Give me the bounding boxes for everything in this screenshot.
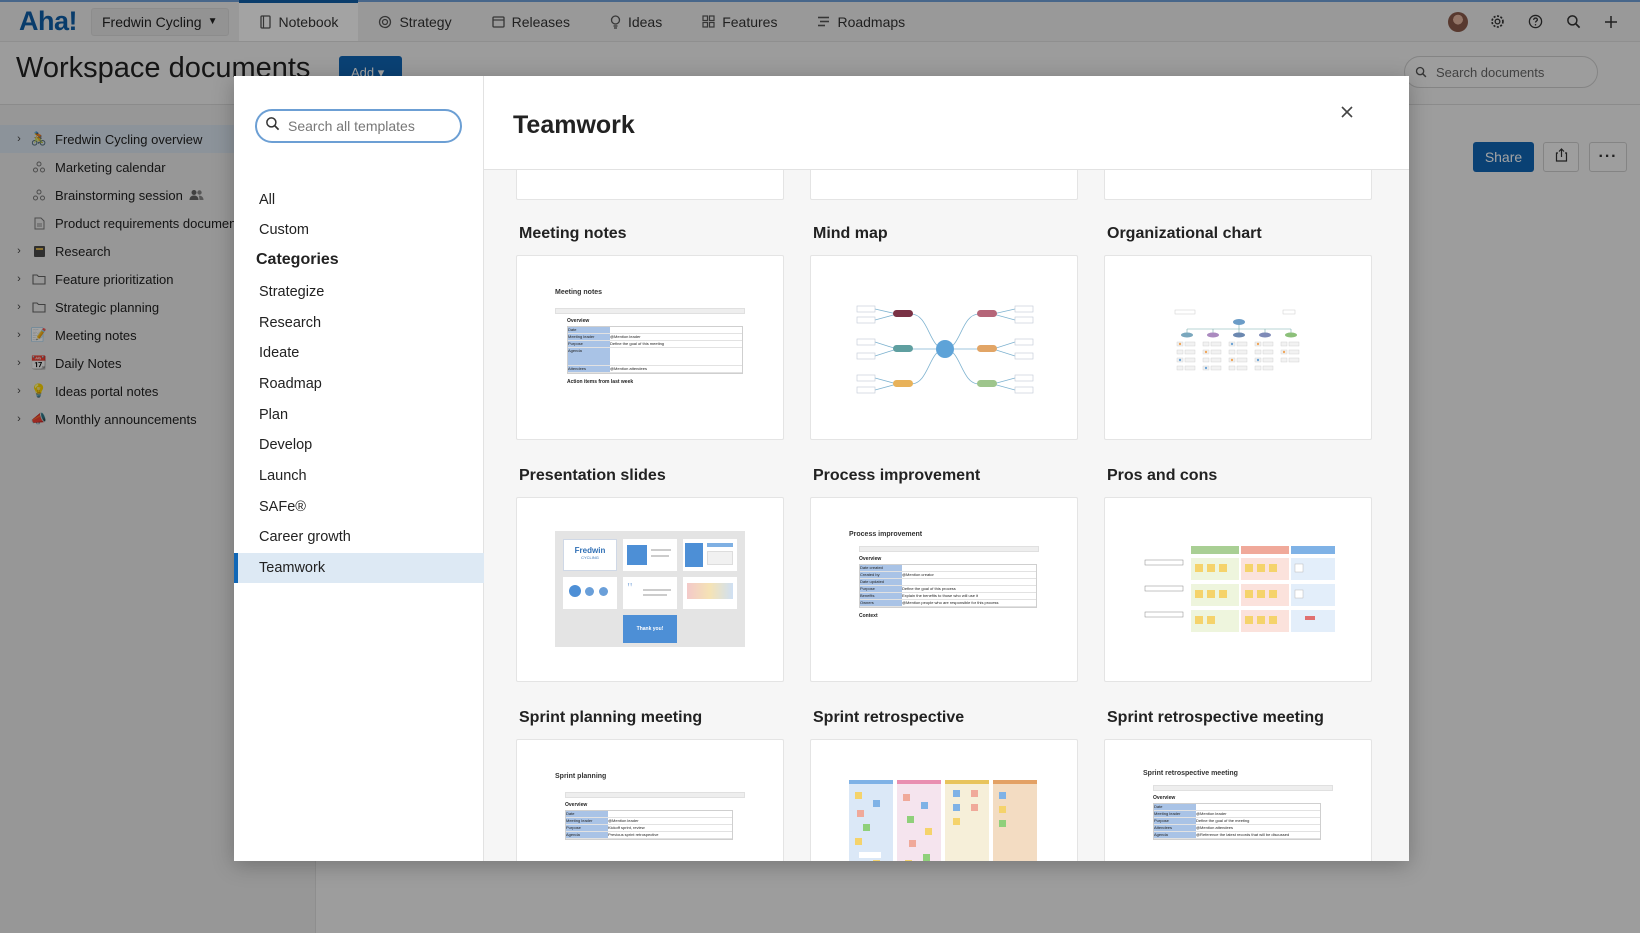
preview-section: Overview [565, 802, 588, 808]
preview-section: Overview [1153, 795, 1176, 801]
slides-sub: CYCLING [581, 555, 599, 560]
category-research[interactable]: Research [234, 308, 484, 338]
template-title[interactable]: Process improvement [813, 467, 980, 485]
template-card-presentation-slides[interactable]: Fredwin CYCLING " Thank you! [516, 497, 784, 682]
preview-toolbar [565, 792, 745, 798]
template-grid: Meeting notes Mind map Organizational ch… [484, 170, 1409, 861]
category-teamwork[interactable]: Teamwork [234, 553, 484, 583]
category-strategize[interactable]: Strategize [234, 277, 484, 307]
preview-table: Date Meeting leader @Mention leader Purpo… [1153, 803, 1321, 840]
template-card-sprint-retrospective[interactable] [810, 739, 1078, 861]
category-safe[interactable]: SAFe® [234, 492, 484, 522]
org-chart-preview [1174, 309, 1300, 371]
preview-table: Date Meeting leader @Mention leader Purpo… [565, 810, 733, 840]
sprint-planning-preview: Sprint planning Overview Date Meeting le… [555, 773, 745, 840]
sprint-retro-preview [849, 780, 1037, 861]
preview-title: Meeting notes [555, 289, 603, 296]
preview-toolbar [1153, 785, 1333, 791]
preview-title: Sprint planning [555, 773, 607, 780]
template-card-process-improvement[interactable]: Process improvement Overview Date create… [810, 497, 1078, 682]
preview-table: Date created Created by @Mention creator … [859, 564, 1037, 608]
preview-footer: Context [859, 613, 878, 619]
preview-footer: Action items from last week [567, 379, 634, 385]
category-roadmap[interactable]: Roadmap [234, 369, 484, 399]
template-title[interactable]: Presentation slides [519, 467, 666, 485]
preview-section: Overview [567, 318, 590, 324]
slides-brand: Fredwin [574, 546, 606, 555]
preview-section: Overview [859, 556, 882, 562]
process-improvement-preview: Process improvement Overview Date create… [849, 531, 1039, 619]
template-card-sprint-retrospective-meeting[interactable]: Sprint retrospective meeting Overview Da… [1104, 739, 1372, 861]
template-title[interactable]: Sprint planning meeting [519, 709, 702, 727]
template-card-meeting-notes[interactable]: Meeting notes Overview Date Meeting lead… [516, 255, 784, 440]
preview-title: Sprint retrospective meeting [1143, 770, 1238, 777]
meeting-notes-preview: Meeting notes Overview Date Meeting lead… [555, 289, 745, 385]
filter-custom[interactable]: Custom [234, 215, 484, 245]
template-title[interactable]: Pros and cons [1107, 467, 1217, 485]
mind-map-preview [856, 305, 1034, 394]
template-gallery: Teamwork Meeting notes Mind map Organiza… [484, 76, 1409, 861]
template-search-input[interactable] [288, 118, 448, 134]
search-icon [265, 116, 280, 136]
template-categories-panel: All Custom Categories Strategize Researc… [234, 76, 484, 861]
template-title[interactable]: Meeting notes [519, 225, 627, 243]
template-title[interactable]: Mind map [813, 225, 888, 243]
preview-table: Date Meeting leader @Mention leader Purpo… [567, 326, 743, 374]
template-card-sprint-planning-meeting[interactable]: Sprint planning Overview Date Meeting le… [516, 739, 784, 861]
template-title[interactable]: Sprint retrospective meeting [1107, 709, 1324, 727]
template-card-pros-and-cons[interactable] [1104, 497, 1372, 682]
filter-all[interactable]: All [234, 185, 484, 215]
category-career-growth[interactable]: Career growth [234, 522, 484, 552]
preview-toolbar [859, 546, 1039, 552]
preview-toolbar [555, 308, 745, 314]
template-card[interactable] [516, 170, 784, 200]
categories-heading: Categories [256, 251, 339, 268]
template-search[interactable] [255, 109, 462, 143]
gallery-header: Teamwork [484, 76, 1409, 170]
template-card-organizational-chart[interactable] [1104, 255, 1372, 440]
category-develop[interactable]: Develop [234, 430, 484, 460]
slides-cta: Thank you! [636, 626, 664, 632]
slides-preview: Fredwin CYCLING " Thank you! [555, 531, 745, 647]
category-ideate[interactable]: Ideate [234, 338, 484, 368]
pros-cons-preview [1144, 546, 1335, 632]
template-title[interactable]: Sprint retrospective [813, 709, 964, 727]
category-plan[interactable]: Plan [234, 400, 484, 430]
close-icon [1340, 105, 1354, 124]
close-button[interactable] [1334, 101, 1360, 127]
gallery-title: Teamwork [513, 111, 635, 139]
template-card[interactable] [810, 170, 1078, 200]
sprint-retro-meeting-preview: Sprint retrospective meeting Overview Da… [1143, 770, 1333, 840]
template-card[interactable] [1104, 170, 1372, 200]
template-picker-modal: All Custom Categories Strategize Researc… [234, 76, 1409, 861]
template-card-mind-map[interactable] [810, 255, 1078, 440]
preview-title: Process improvement [849, 531, 923, 538]
template-title[interactable]: Organizational chart [1107, 225, 1262, 243]
category-launch[interactable]: Launch [234, 461, 484, 491]
